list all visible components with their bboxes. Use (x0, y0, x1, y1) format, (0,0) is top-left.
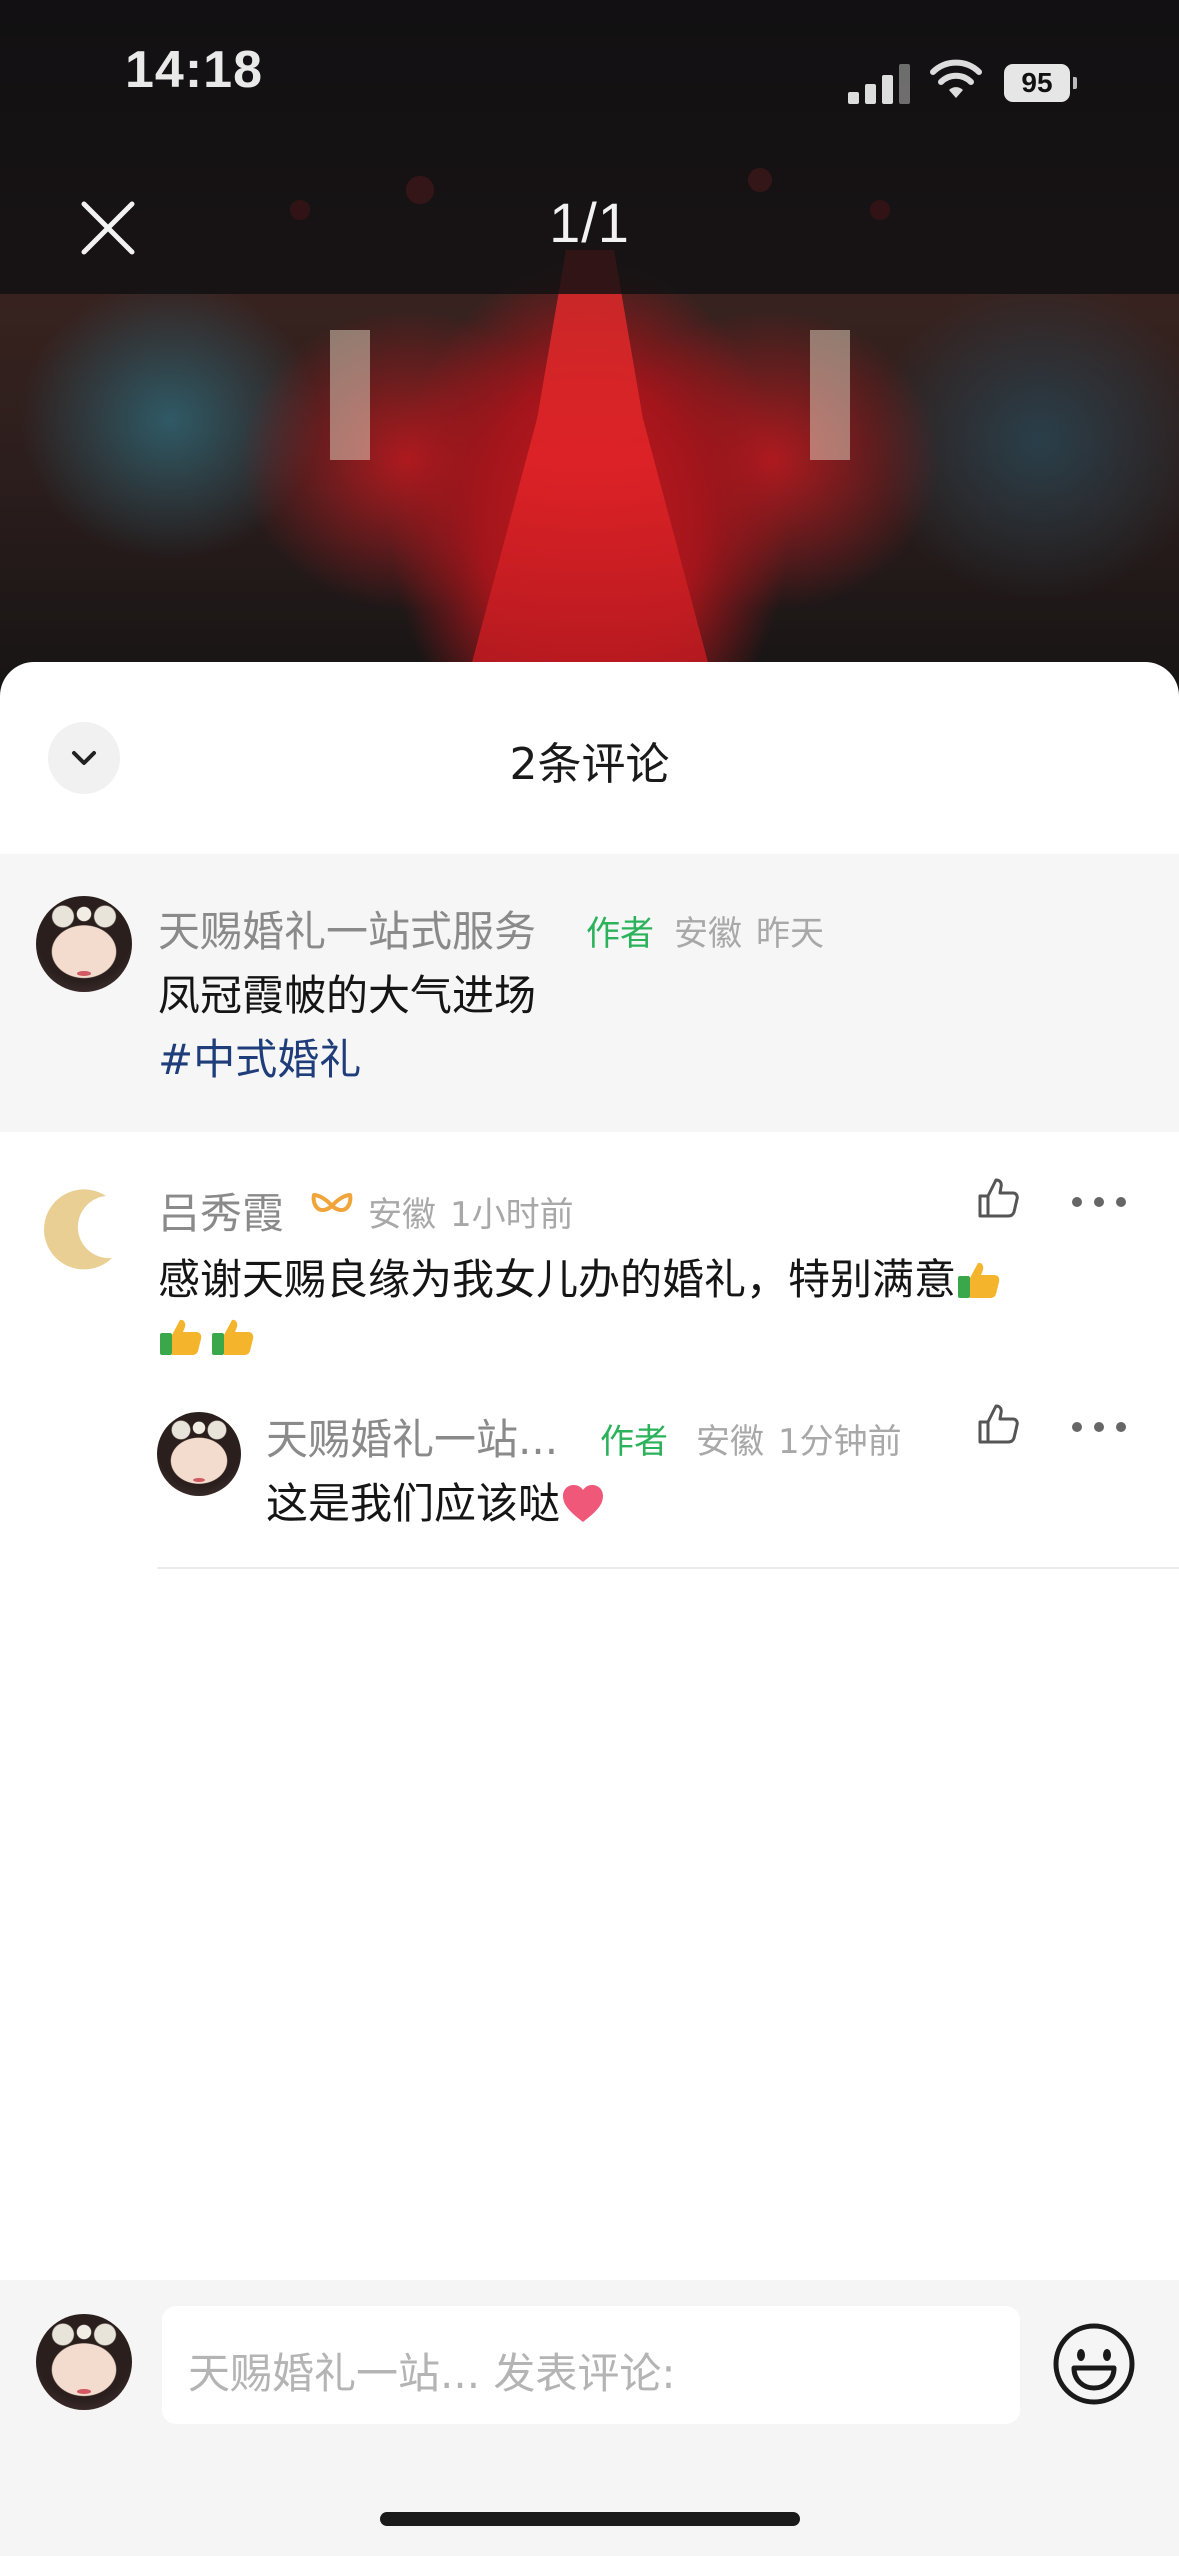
comment-text-line: 感谢天赐良缘为我女儿办的婚礼，特别满意 (158, 1255, 957, 1304)
comments-sheet: 2条评论 天赐婚礼一站式服务 作者 安徽 昨天 凤冠霞帔的大气进场 #中式婚礼 … (0, 662, 1179, 2556)
cellular-signal-icon (848, 62, 918, 104)
more-icon[interactable] (1072, 1192, 1126, 1212)
thumbs-up-emoji-icon (956, 1260, 1002, 1300)
sheet-header: 2条评论 (0, 662, 1179, 854)
reply-time: 1分钟前 (778, 1422, 902, 1462)
pinned-user-name[interactable]: 天赐婚礼一站式服务 (158, 898, 536, 959)
pinned-author-post: 天赐婚礼一站式服务 作者 安徽 昨天 凤冠霞帔的大气进场 #中式婚礼 (0, 854, 1179, 1132)
reply-user-name[interactable]: 天赐婚礼一站... (266, 1406, 558, 1467)
avatar[interactable] (36, 896, 132, 992)
home-indicator (380, 2512, 800, 2526)
vip-badge-icon (311, 1193, 353, 1213)
photo-pillar-left (330, 330, 370, 460)
reply-text-content: 这是我们应该哒 (266, 1479, 561, 1528)
hashtag-link[interactable]: #中式婚礼 (158, 1026, 361, 1087)
thumb-up-icon[interactable] (974, 1174, 1022, 1222)
thumbs-up-emoji-icon (210, 1317, 256, 1357)
wifi-icon (930, 59, 982, 98)
author-tag: 作者 (600, 1422, 668, 1462)
image-counter: 1/1 (549, 191, 630, 254)
pinned-location: 安徽 (674, 914, 742, 954)
reply-location: 安徽 (696, 1422, 764, 1462)
avatar[interactable] (36, 1182, 132, 1278)
author-tag: 作者 (586, 914, 654, 954)
more-icon[interactable] (1072, 1417, 1126, 1437)
comment-emoji-line (158, 1312, 256, 1361)
comment-time: 1小时前 (450, 1195, 574, 1235)
status-bar: 14:18 95 (0, 0, 1179, 150)
avatar[interactable] (157, 1412, 241, 1496)
comment-text: 感谢天赐良缘为我女儿办的婚礼，特别满意 (158, 1246, 1002, 1307)
photo-pillar-right (810, 330, 850, 460)
pinned-text: 凤冠霞帔的大气进场 (158, 971, 537, 1020)
pinned-time: 昨天 (756, 914, 824, 954)
comment-user-name[interactable]: 吕秀霞 (158, 1180, 284, 1241)
smiley-icon[interactable] (1052, 2322, 1136, 2406)
comment-divider (157, 1567, 1179, 1569)
comment-input-placeholder: 天赐婚礼一站... 发表评论: (188, 2349, 676, 2398)
heart-emoji-icon (560, 1482, 606, 1526)
battery-icon: 95 (1004, 64, 1077, 102)
thumbs-up-emoji-icon (158, 1317, 204, 1357)
comment-input[interactable]: 天赐婚礼一站... 发表评论: (162, 2306, 1020, 2424)
status-time: 14:18 (125, 41, 263, 99)
comment-location: 安徽 (368, 1195, 436, 1235)
avatar (36, 2314, 132, 2410)
photo-bride (470, 250, 710, 670)
thumb-up-icon[interactable] (974, 1400, 1022, 1448)
comment-count-title: 2条评论 (509, 739, 670, 790)
reply-text: 这是我们应该哒 (266, 1470, 606, 1531)
viewer-top-bar: 14:18 95 1/1 (0, 0, 1179, 294)
